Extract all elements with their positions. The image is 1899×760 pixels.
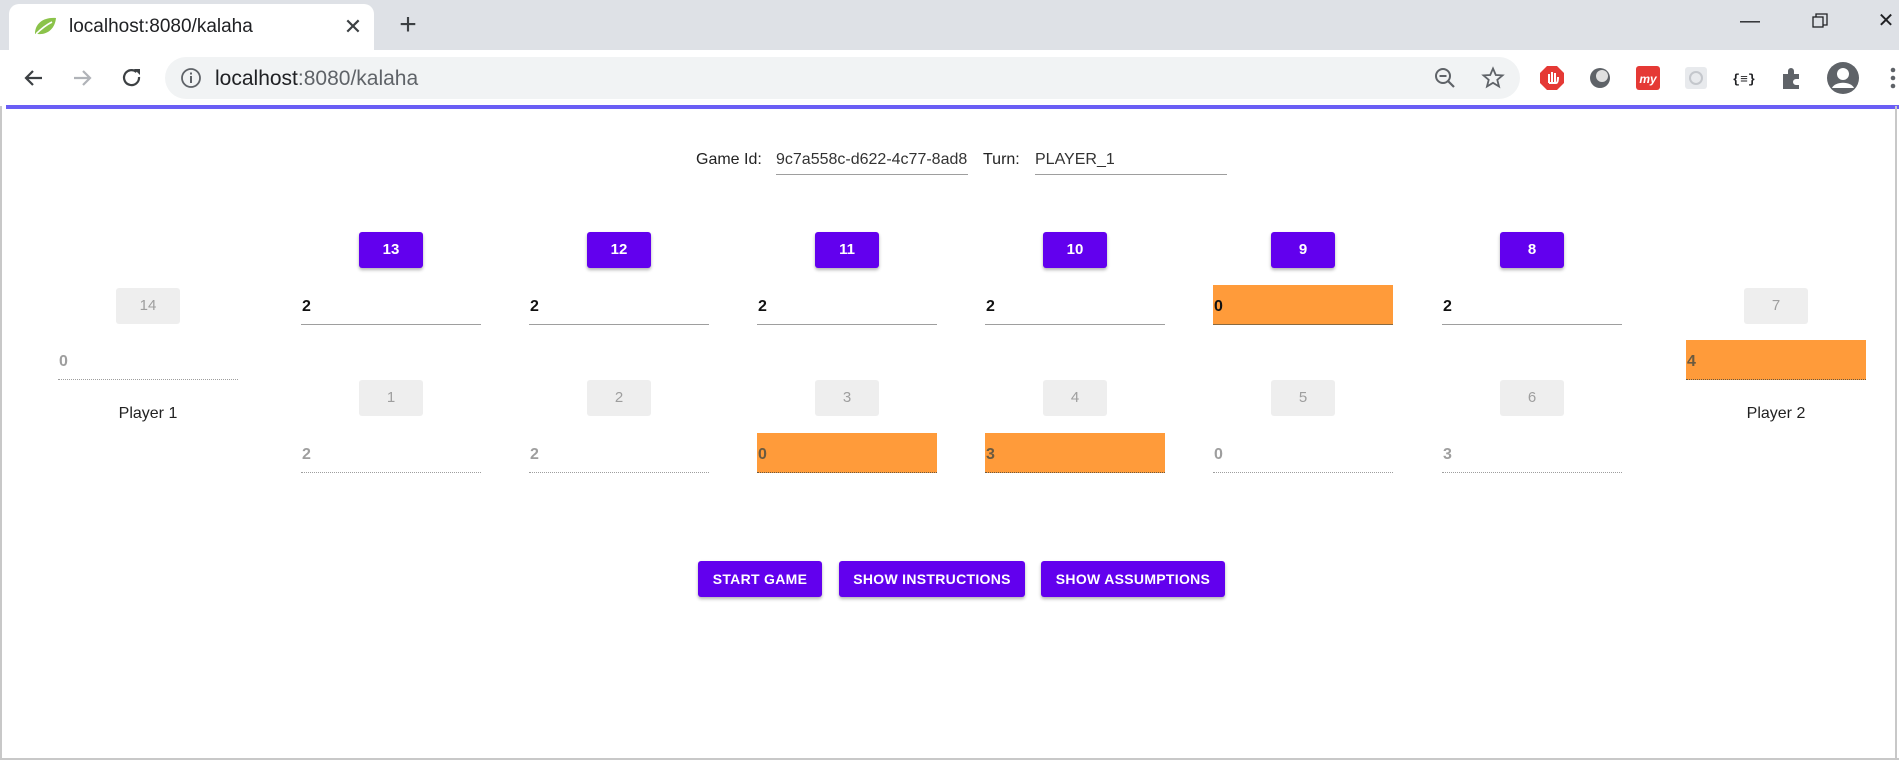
- url-path: :8080/kalaha: [297, 67, 419, 90]
- pit-9-stones[interactable]: 0: [1213, 285, 1393, 325]
- pit-button-5: 5: [1271, 380, 1335, 416]
- game-id-label: Game Id:: [696, 151, 762, 168]
- pit-button-9[interactable]: 9: [1271, 232, 1335, 268]
- pit-13-stones[interactable]: 2: [301, 285, 481, 325]
- pit-3-stones: 0: [757, 433, 937, 473]
- turn-label: Turn:: [983, 151, 1020, 168]
- store-14-stones: 0: [58, 340, 238, 380]
- page-accent-bar: [6, 105, 1899, 109]
- close-window-icon[interactable]: ✕: [1866, 8, 1899, 34]
- game-id-field[interactable]: 9c7a558c-d622-4c77-8ad8-: [776, 146, 968, 175]
- json-extension-icon[interactable]: {≡}: [1731, 65, 1757, 91]
- tab-strip: localhost:8080/kalaha ✕ + — ✕: [0, 0, 1899, 50]
- browser-tab[interactable]: localhost:8080/kalaha ✕: [9, 4, 374, 50]
- new-tab-icon[interactable]: +: [392, 10, 424, 42]
- svg-text:my: my: [1639, 72, 1658, 86]
- menu-kebab-icon[interactable]: [1880, 65, 1899, 91]
- back-icon[interactable]: [18, 62, 50, 94]
- zoom-out-icon[interactable]: [1433, 66, 1457, 90]
- pit-button-13[interactable]: 13: [359, 232, 423, 268]
- show-assumptions-button[interactable]: SHOW ASSUMPTIONS: [1041, 561, 1225, 597]
- store-button-7: 7: [1744, 288, 1808, 324]
- page-frame: [0, 106, 2, 760]
- pit-button-8[interactable]: 8: [1500, 232, 1564, 268]
- pit-5-stones: 0: [1213, 433, 1393, 473]
- start-game-button[interactable]: START GAME: [698, 561, 822, 597]
- spring-leaf-icon: [35, 17, 56, 35]
- store-button-14: 14: [116, 288, 180, 324]
- pit-button-11[interactable]: 11: [815, 232, 879, 268]
- close-tab-icon[interactable]: ✕: [339, 13, 367, 41]
- bookmark-star-icon[interactable]: [1481, 66, 1505, 90]
- pit-1-stones: 2: [301, 433, 481, 473]
- extensions-puzzle-icon[interactable]: [1779, 65, 1805, 91]
- url-host: localhost: [215, 67, 298, 90]
- pit-6-stones: 3: [1442, 433, 1622, 473]
- address-bar[interactable]: localhost:8080/kalaha: [165, 57, 1520, 99]
- pit-button-12[interactable]: 12: [587, 232, 651, 268]
- tab-title: localhost:8080/kalaha: [69, 16, 253, 37]
- pit-button-10[interactable]: 10: [1043, 232, 1107, 268]
- forward-icon[interactable]: [66, 62, 98, 94]
- pit-button-4: 4: [1043, 380, 1107, 416]
- pit-button-2: 2: [587, 380, 651, 416]
- restore-icon[interactable]: [1800, 8, 1840, 34]
- player-2-label: Player 2: [1746, 405, 1806, 422]
- pit-4-stones: 3: [985, 433, 1165, 473]
- profile-avatar-icon[interactable]: [1826, 61, 1860, 95]
- pit-button-1: 1: [359, 380, 423, 416]
- site-info-icon[interactable]: [180, 67, 202, 89]
- player-1-label: Player 1: [118, 405, 178, 422]
- puzzle-grey-extension-icon[interactable]: [1683, 65, 1709, 91]
- pit-12-stones[interactable]: 2: [529, 285, 709, 325]
- circle-extension-icon[interactable]: [1587, 65, 1613, 91]
- pit-8-stones[interactable]: 2: [1442, 285, 1622, 325]
- svg-text:{≡}: {≡}: [1732, 72, 1755, 87]
- pit-2-stones: 2: [529, 433, 709, 473]
- pit-11-stones[interactable]: 2: [757, 285, 937, 325]
- pit-button-6: 6: [1500, 380, 1564, 416]
- reload-icon[interactable]: [116, 62, 148, 94]
- url-text: localhost:8080/kalaha: [215, 67, 418, 91]
- page-frame: [1895, 106, 1897, 760]
- store-7-stones: 4: [1686, 340, 1866, 380]
- my-extension-icon[interactable]: my: [1635, 65, 1661, 91]
- browser-toolbar: localhost:8080/kalaha my {≡}: [0, 50, 1899, 106]
- turn-field[interactable]: PLAYER_1: [1035, 146, 1227, 175]
- show-instructions-button[interactable]: SHOW INSTRUCTIONS: [839, 561, 1025, 597]
- pit-button-3: 3: [815, 380, 879, 416]
- minimize-icon[interactable]: —: [1730, 8, 1770, 34]
- adblock-extension-icon[interactable]: [1539, 65, 1565, 91]
- pit-10-stones[interactable]: 2: [985, 285, 1165, 325]
